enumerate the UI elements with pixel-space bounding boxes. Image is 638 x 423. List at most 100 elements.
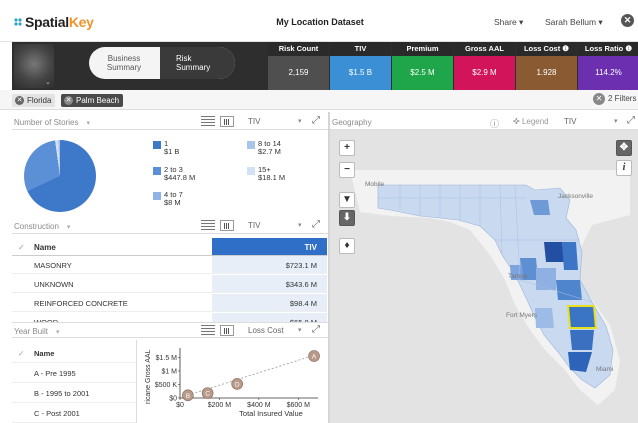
table-row[interactable]: MASONRY $723.1 M (12, 256, 327, 274)
florida-map[interactable]: Mobile Jacksonville Tampa Fort Myers Mia… (330, 130, 638, 423)
close-icon[interactable]: ✕ (621, 14, 634, 27)
filter-chip-palm-beach[interactable]: ✕ Palm Beach (61, 94, 124, 107)
zoom-in-button[interactable]: + (339, 140, 355, 156)
filter-tool-button[interactable]: ▼ (339, 192, 355, 208)
chevron-down-icon[interactable]: ▾ (298, 117, 302, 125)
year-scatter-chart[interactable]: ricane Gross AAL $0$500 K$1 M$1.5 M$0 $20… (140, 340, 328, 423)
row-name: UNKNOWN (34, 280, 74, 289)
construction-panel-header: Construction ▾ TIV ▾ ⤢ (12, 218, 328, 234)
table-row[interactable]: REINFORCED CONCRETE $98.4 M (12, 294, 327, 312)
metric-loss-ratio[interactable]: Loss Ratio ❶ 114.2% (578, 42, 638, 90)
filter-chip-florida[interactable]: ✕ Florida (12, 94, 56, 107)
county-brevard[interactable] (562, 242, 578, 270)
zoom-out-button[interactable]: − (339, 162, 355, 178)
county-st-lucie[interactable] (556, 280, 582, 300)
expand-icon[interactable]: ⤢ (627, 115, 635, 126)
legend-value: $1 B (164, 147, 180, 156)
layers-button[interactable]: ♦ (339, 238, 355, 254)
column-name[interactable]: Name (34, 243, 56, 252)
list-item[interactable]: B - 1995 to 2001 (12, 383, 136, 403)
column-tiv[interactable]: TIV (212, 238, 327, 255)
legend-swatch (247, 167, 255, 175)
risk-summary-button[interactable]: Risk Summary (160, 47, 235, 79)
geography-measure-select[interactable]: TIV (564, 117, 576, 126)
list-view-icon[interactable] (201, 116, 215, 127)
legend-item[interactable]: 2 to 3 $447.8 M (153, 166, 195, 182)
county-orange[interactable] (544, 242, 564, 262)
legend-toggle[interactable]: ✜ Legend (513, 117, 549, 126)
logo-dots-icon (14, 18, 22, 26)
remove-filter-icon[interactable]: ✕ (64, 96, 73, 105)
legend-swatch (153, 141, 161, 149)
column-name[interactable]: Name (34, 349, 54, 358)
x-axis-label: Total Insured Value (239, 409, 303, 418)
county-osceola[interactable] (536, 268, 556, 290)
pan-button[interactable]: ✥ (616, 140, 632, 156)
construction-panel-title[interactable]: Construction ▾ (14, 222, 70, 231)
metric-risk-count[interactable]: Risk Count 2,159 (268, 42, 329, 90)
share-menu[interactable]: Share ▾ (494, 17, 523, 28)
table-row[interactable]: UNKNOWN $343.6 M (12, 275, 327, 293)
chevron-down-icon[interactable]: ▾ (614, 117, 618, 125)
stories-measure-select[interactable]: TIV (248, 117, 260, 126)
expand-icon[interactable]: ⤢ (312, 324, 320, 335)
dataset-title: My Location Dataset (276, 17, 364, 27)
legend-item[interactable]: 4 to 7 $8 M (153, 191, 183, 207)
scatter-point-label: A (312, 354, 317, 361)
metric-value: 1.928 (516, 56, 577, 90)
year-measure-select[interactable]: Loss Cost (248, 326, 284, 335)
legend-swatch (153, 192, 161, 200)
remove-filter-icon[interactable]: ✕ (15, 96, 24, 105)
y-tick-label: $1 M (161, 368, 177, 375)
list-view-icon[interactable] (201, 220, 215, 231)
county-palm-beach-selected[interactable] (566, 305, 598, 329)
row-value: $343.6 M (285, 280, 317, 289)
construction-measure-select[interactable]: TIV (248, 221, 260, 230)
y-tick-label: $1.5 M (156, 355, 178, 362)
chevron-down-icon[interactable]: ▾ (298, 221, 302, 229)
list-view-icon[interactable] (201, 325, 215, 336)
legend-item[interactable]: 1 $1 B (153, 140, 180, 156)
metric-gross-aal[interactable]: Gross AAL $2.9 M (454, 42, 515, 90)
map-info-button[interactable]: i (616, 160, 632, 176)
legend-icon: ✜ (513, 117, 520, 126)
download-button[interactable]: ⬇ (339, 210, 355, 226)
spatialkey-logo[interactable]: SpatialKey (14, 14, 94, 30)
chevron-down-icon[interactable]: ▾ (298, 326, 302, 334)
metric-tiv[interactable]: TIV $1.5 B (330, 42, 391, 90)
map-label-miami: Miami (596, 366, 614, 373)
info-icon[interactable]: ⓘ (490, 117, 499, 130)
filters-count[interactable]: ✕ 2 Filters (593, 93, 636, 105)
stories-pie-chart[interactable] (24, 140, 96, 212)
metric-label: Loss Ratio ❶ (578, 42, 638, 56)
chart-view-icon[interactable] (220, 116, 234, 127)
year-table-header: ✓ Name (12, 343, 136, 363)
list-item[interactable]: C - Post 2001 (12, 403, 136, 423)
row-name: A - Pre 1995 (34, 369, 76, 378)
list-item[interactable]: A - Pre 1995 (12, 363, 136, 383)
user-menu[interactable]: Sarah Bellum ▾ (545, 17, 603, 28)
metric-premium[interactable]: Premium $2.5 M (392, 42, 453, 90)
select-all-icon[interactable]: ✓ (18, 349, 24, 358)
x-tick-label: $200 M (208, 402, 232, 409)
chart-view-icon[interactable] (220, 220, 234, 231)
metric-label: TIV (330, 42, 391, 56)
county-lee[interactable] (535, 308, 554, 328)
expand-icon[interactable]: ⤢ (312, 219, 320, 230)
metric-loss-cost[interactable]: Loss Cost ❶ 1.928 (516, 42, 577, 90)
chevron-down-icon[interactable]: ⌄ (45, 78, 51, 86)
legend-item[interactable]: 8 to 14 $2.7 M (247, 140, 281, 156)
stories-panel-title[interactable]: Number of Stories ▾ (14, 118, 90, 127)
geography-panel-title[interactable]: Geography (332, 118, 372, 127)
legend-item[interactable]: 15+ $18.1 M (247, 166, 285, 182)
year-panel-header: Year Built ▾ Loss Cost ▾ ⤢ (12, 322, 328, 338)
metric-value: $2.5 M (392, 56, 453, 90)
select-all-icon[interactable]: ✓ (18, 243, 25, 252)
year-panel-title[interactable]: Year Built ▾ (14, 327, 59, 336)
map-label-mobile: Mobile (365, 181, 385, 188)
business-summary-button[interactable]: Business Summary (89, 47, 159, 79)
clear-filters-icon[interactable]: ✕ (593, 93, 605, 105)
expand-icon[interactable]: ⤢ (312, 115, 320, 126)
county-broward[interactable] (570, 330, 594, 350)
chart-view-icon[interactable] (220, 325, 234, 336)
